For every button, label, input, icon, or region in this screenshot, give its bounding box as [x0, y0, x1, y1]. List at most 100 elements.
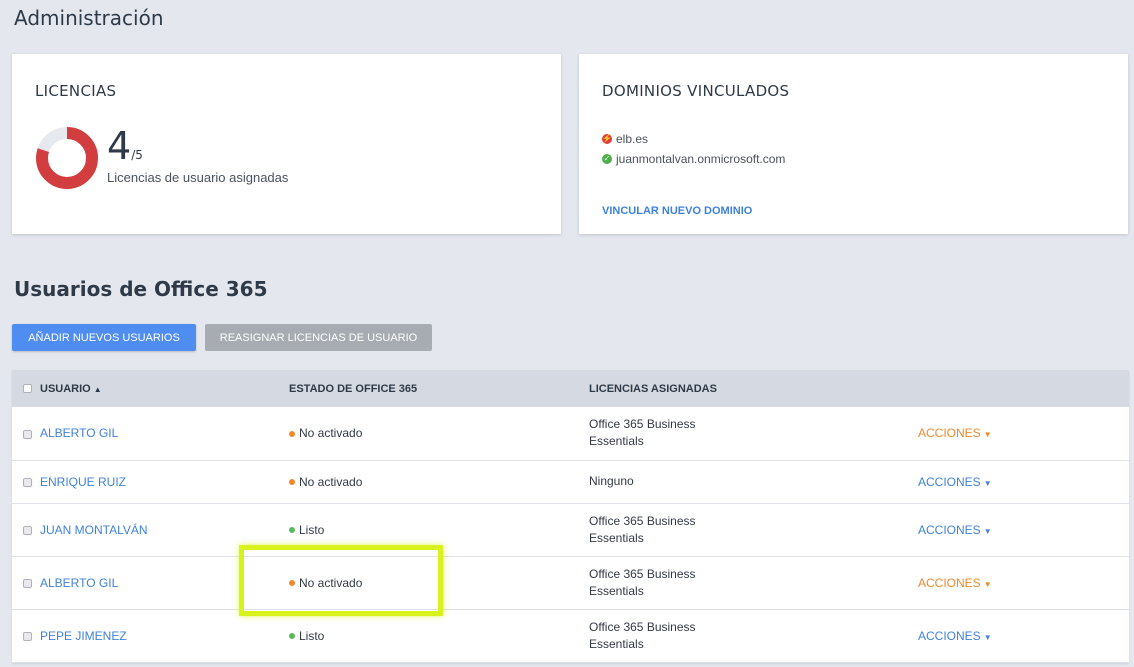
actions-cell: ACCIONES ▼ — [918, 503, 1129, 556]
licencias-assigned: 4 — [107, 124, 132, 168]
select-all-checkbox[interactable] — [23, 384, 32, 394]
status-dot — [289, 479, 295, 486]
table-row: PEPE JIMENEZ Listo Office 365 Business Es… — [12, 609, 1129, 662]
caret-down-icon: ▼ — [983, 632, 992, 642]
dominios-title: DOMINIOS VINCULADOS — [602, 82, 790, 100]
header-usuario[interactable]: USUARIO ▲ — [40, 370, 289, 407]
user-name-link[interactable]: PEPE JIMENEZ — [40, 629, 127, 643]
header-licencias: LICENCIAS ASIGNADAS — [589, 382, 717, 395]
domain-item: ⚡ elb.es — [602, 129, 785, 149]
license-line: Office 365 Business — [589, 619, 696, 634]
licencias-total: /5 — [131, 148, 143, 162]
status-cell: No activado — [289, 556, 589, 609]
actions-cell: ACCIONES ▼ — [918, 556, 1129, 609]
user-name-link[interactable]: ALBERTO GIL — [40, 576, 118, 590]
users-table: USUARIO ▲ ESTADO DE OFFICE 365 LICENCIAS … — [12, 370, 1129, 663]
header-actions — [918, 370, 1129, 407]
user-cell: ALBERTO GIL — [40, 407, 289, 460]
dominios-card: DOMINIOS VINCULADOS ⚡ elb.es ✓ juanmonta… — [579, 54, 1128, 234]
acciones-label: ACCIONES — [918, 474, 981, 489]
acciones-dropdown[interactable]: ACCIONES ▼ — [918, 523, 992, 537]
status-text: No activado — [299, 575, 363, 590]
acciones-dropdown[interactable]: ACCIONES ▼ — [918, 475, 992, 489]
vincular-dominio-link[interactable]: VINCULAR NUEVO DOMINIO — [602, 205, 752, 217]
user-cell: ALBERTO GIL — [40, 556, 289, 609]
license-line: Office 365 Business — [589, 417, 696, 432]
status-cell: No activado — [289, 460, 589, 503]
license-line: Essentials — [589, 434, 644, 449]
sort-asc-icon: ▲ — [93, 384, 102, 394]
row-checkbox-cell — [12, 503, 40, 556]
status-dot — [289, 633, 295, 640]
caret-down-icon: ▼ — [983, 579, 992, 589]
user-name-link[interactable]: ALBERTO GIL — [40, 426, 118, 440]
domain-name: elb.es — [616, 132, 649, 146]
table-row: JUAN MONTALVÁN Listo Office 365 Business… — [12, 503, 1129, 556]
check-circle-icon: ✓ — [602, 154, 612, 164]
domain-item: ✓ juanmontalvan.onmicrosoft.com — [602, 149, 785, 169]
row-checkbox-cell — [12, 609, 40, 662]
domain-list: ⚡ elb.es ✓ juanmontalvan.onmicrosoft.com — [602, 129, 785, 169]
status-dot — [289, 527, 295, 534]
caret-down-icon: ▼ — [983, 526, 992, 536]
status-cell: Listo — [289, 609, 589, 662]
licencias-card: LICENCIAS 4/5 Licencias de usuario asign… — [12, 54, 561, 234]
reassign-licenses-button[interactable]: REASIGNAR LICENCIAS DE USUARIO — [205, 324, 432, 351]
header-checkbox-cell — [12, 370, 40, 407]
acciones-label: ACCIONES — [918, 628, 981, 643]
licencias-count: 4/5 — [107, 126, 143, 166]
header-usuario-label: USUARIO — [40, 382, 91, 395]
user-name-link[interactable]: ENRIQUE RUIZ — [40, 475, 126, 489]
row-checkbox-cell — [12, 460, 40, 503]
license-line: Essentials — [589, 636, 644, 651]
row-checkbox[interactable] — [23, 631, 32, 641]
license-cell: Ninguno — [589, 460, 918, 503]
licencias-title: LICENCIAS — [35, 82, 117, 100]
usuarios-section-title: Usuarios de Office 365 — [14, 277, 268, 301]
status-cell: No activado — [289, 407, 589, 460]
add-users-button[interactable]: AÑADIR NUEVOS USUARIOS — [12, 324, 196, 351]
table-row: ENRIQUE RUIZ No activado Ninguno ACCIONE… — [12, 460, 1129, 503]
license-cell: Office 365 Business Essentials — [589, 556, 918, 609]
actions-cell: ACCIONES ▼ — [918, 407, 1129, 460]
table-header-row: USUARIO ▲ ESTADO DE OFFICE 365 LICENCIAS … — [12, 370, 1129, 407]
user-name-link[interactable]: JUAN MONTALVÁN — [40, 523, 148, 537]
acciones-label: ACCIONES — [918, 575, 981, 590]
user-cell: PEPE JIMENEZ — [40, 609, 289, 662]
license-cell: Office 365 Business Essentials — [589, 503, 918, 556]
status-dot — [289, 431, 295, 438]
domain-name: juanmontalvan.onmicrosoft.com — [616, 152, 786, 166]
actions-cell: ACCIONES ▼ — [918, 460, 1129, 503]
status-dot — [289, 580, 295, 587]
acciones-dropdown[interactable]: ACCIONES ▼ — [918, 426, 992, 440]
header-estado: ESTADO DE OFFICE 365 — [289, 382, 418, 395]
acciones-dropdown[interactable]: ACCIONES ▼ — [918, 576, 992, 590]
user-cell: ENRIQUE RUIZ — [40, 460, 289, 503]
row-checkbox[interactable] — [23, 525, 32, 535]
actions-cell: ACCIONES ▼ — [918, 609, 1129, 662]
acciones-label: ACCIONES — [918, 522, 981, 537]
caret-down-icon: ▼ — [983, 430, 992, 440]
table-row: ALBERTO GIL No activado Office 365 Busin… — [12, 556, 1129, 609]
status-text: Listo — [299, 522, 325, 537]
acciones-dropdown[interactable]: ACCIONES ▼ — [918, 629, 992, 643]
status-text: No activado — [299, 426, 363, 441]
status-cell: Listo — [289, 503, 589, 556]
user-cell: JUAN MONTALVÁN — [40, 503, 289, 556]
row-checkbox[interactable] — [23, 429, 32, 439]
license-cell: Office 365 Business Essentials — [589, 407, 918, 460]
license-line: Essentials — [589, 583, 644, 598]
row-checkbox[interactable] — [23, 477, 32, 487]
error-icon: ⚡ — [602, 134, 612, 144]
license-cell: Office 365 Business Essentials — [589, 609, 918, 662]
status-text: No activado — [299, 474, 363, 489]
row-checkbox[interactable] — [23, 578, 32, 588]
acciones-label: ACCIONES — [918, 426, 981, 441]
license-line: Office 365 Business — [589, 566, 696, 581]
license-line: Office 365 Business — [589, 513, 696, 528]
licencias-donut-chart — [36, 127, 98, 189]
licencias-caption: Licencias de usuario asignadas — [107, 170, 289, 185]
page-title: Administración — [14, 6, 164, 30]
row-checkbox-cell — [12, 556, 40, 609]
row-checkbox-cell — [12, 407, 40, 460]
